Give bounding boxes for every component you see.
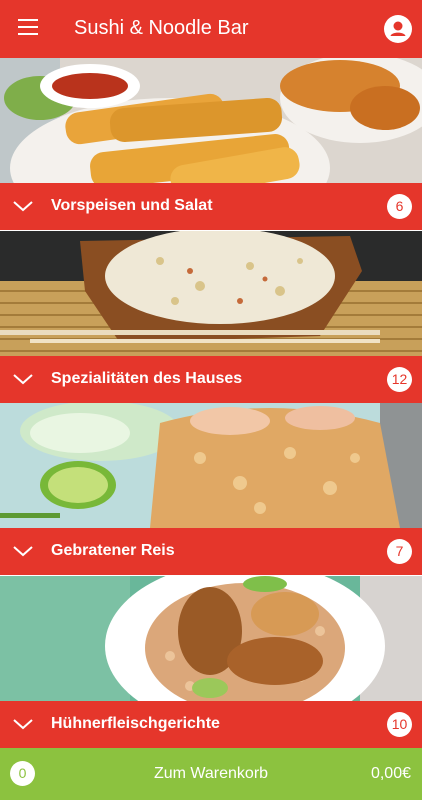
category-bar[interactable]: Gebratener Reis 7 xyxy=(0,528,422,575)
category-bar[interactable]: Vorspeisen und Salat 6 xyxy=(0,183,422,230)
spring-rolls-photo xyxy=(0,58,422,183)
category-count-badge: 12 xyxy=(387,367,412,392)
menu-icon[interactable] xyxy=(18,19,40,39)
chevron-down-icon xyxy=(13,719,33,730)
category-count-badge: 10 xyxy=(387,712,412,737)
category-label: Gebratener Reis xyxy=(51,542,175,559)
category-bar[interactable]: Hühnerfleischgerichte 10 xyxy=(0,701,422,748)
fried-rice-bowl-photo xyxy=(0,231,422,356)
category-count-badge: 6 xyxy=(387,194,412,219)
category-label: Vorspeisen und Salat xyxy=(51,197,213,214)
category-count-badge: 7 xyxy=(387,539,412,564)
account-icon[interactable] xyxy=(384,15,412,43)
chicken-rice-photo xyxy=(0,576,422,701)
category-bar[interactable]: Spezialitäten des Hauses 12 xyxy=(0,356,422,403)
category-label: Hühnerfleischgerichte xyxy=(51,715,220,732)
cart-bar[interactable]: 0 Zum Warenkorb 0,00€ xyxy=(0,748,422,800)
category-label: Spezialitäten des Hauses xyxy=(51,370,243,387)
cart-button-label[interactable]: Zum Warenkorb xyxy=(0,765,422,783)
chevron-down-icon xyxy=(13,201,33,212)
cart-total: 0,00€ xyxy=(370,765,411,782)
app-bar: Sushi & Noodle Bar xyxy=(0,0,422,58)
chevron-down-icon xyxy=(13,546,33,557)
shrimp-fried-rice-photo xyxy=(0,403,422,528)
app-title: Sushi & Noodle Bar xyxy=(74,17,249,39)
chevron-down-icon xyxy=(13,374,33,385)
